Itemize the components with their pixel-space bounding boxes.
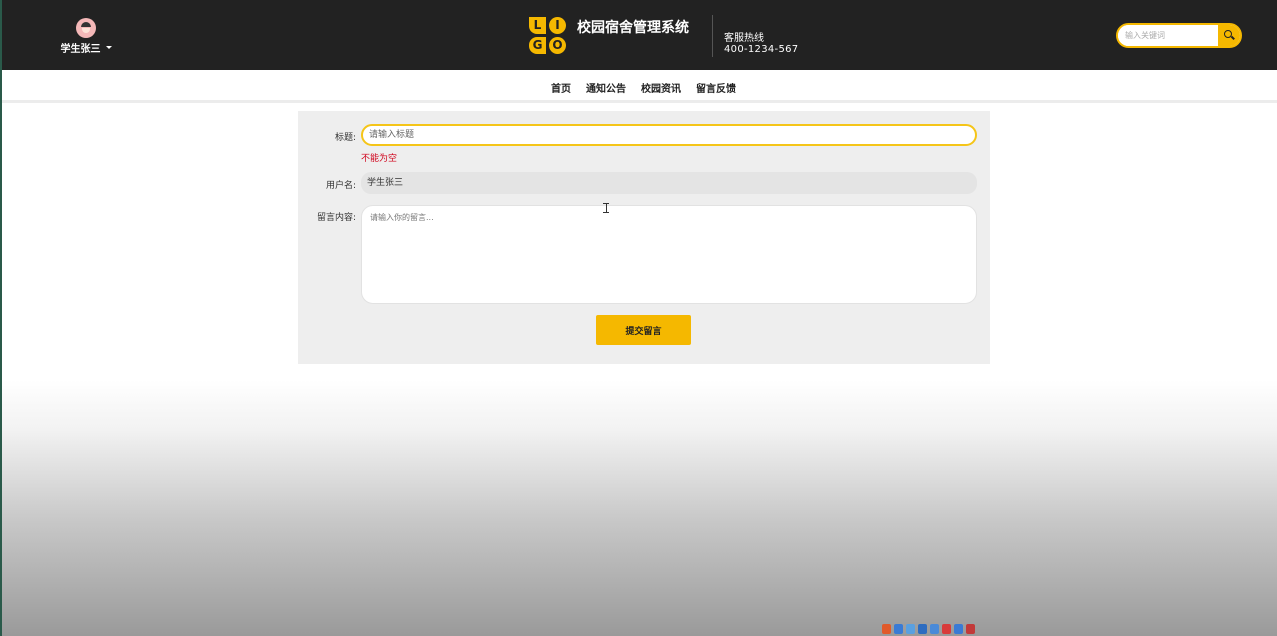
avatar[interactable] (76, 18, 96, 38)
tray-app-icon[interactable] (930, 624, 939, 634)
title-input[interactable] (361, 124, 977, 146)
header-divider (712, 15, 713, 57)
site-header: 学生张三 L I G O 校园宿舍管理系统 客服热线 400-1234-567 (2, 0, 1277, 70)
search-box (1116, 23, 1242, 48)
message-form: 标题: 不能为空 用户名: 学生张三 留言内容: 提交留言 (298, 111, 990, 364)
user-menu[interactable]: 学生张三 (60, 18, 112, 55)
tray-app-icon[interactable] (954, 624, 963, 634)
tray-app-icon[interactable] (942, 624, 951, 634)
logo-letter: G (529, 37, 546, 54)
hotline-phone: 400-1234-567 (724, 44, 799, 55)
caret-down-icon[interactable] (105, 46, 112, 49)
content-label: 留言内容: (316, 213, 356, 223)
content-textarea[interactable] (361, 205, 977, 304)
search-input[interactable] (1118, 25, 1218, 46)
username-label: 用户名: (325, 181, 356, 191)
title-label: 标题: (334, 133, 356, 143)
system-tray (882, 624, 986, 636)
tray-app-icon[interactable] (906, 624, 915, 634)
site-title: 校园宿舍管理系统 (577, 20, 689, 36)
logo-letter: O (549, 37, 566, 54)
site-logo[interactable]: L I G O (529, 17, 569, 57)
nav-item-news[interactable]: 校园资讯 (641, 80, 681, 95)
title-error-message: 不能为空 (361, 154, 398, 164)
nav-items: 首页 通知公告 校园资讯 留言反馈 (551, 80, 736, 95)
tray-app-icon[interactable] (918, 624, 927, 634)
logo-letter: I (549, 17, 566, 34)
search-icon[interactable] (1218, 25, 1240, 46)
main-nav: 首页 通知公告 校园资讯 留言反馈 (2, 70, 1277, 103)
text-cursor-icon (603, 203, 609, 213)
user-name-row[interactable]: 学生张三 (60, 40, 112, 55)
tray-app-icon[interactable] (882, 624, 891, 634)
username-field: 学生张三 (361, 172, 977, 194)
nav-item-feedback[interactable]: 留言反馈 (696, 80, 736, 95)
nav-item-home[interactable]: 首页 (551, 80, 571, 95)
nav-item-notices[interactable]: 通知公告 (586, 80, 626, 95)
user-name[interactable]: 学生张三 (61, 40, 101, 55)
tray-app-icon[interactable] (966, 624, 975, 634)
submit-button[interactable]: 提交留言 (596, 315, 691, 345)
logo-letter: L (529, 17, 546, 34)
tray-app-icon[interactable] (894, 624, 903, 634)
hotline-label: 客服热线 (724, 33, 764, 44)
